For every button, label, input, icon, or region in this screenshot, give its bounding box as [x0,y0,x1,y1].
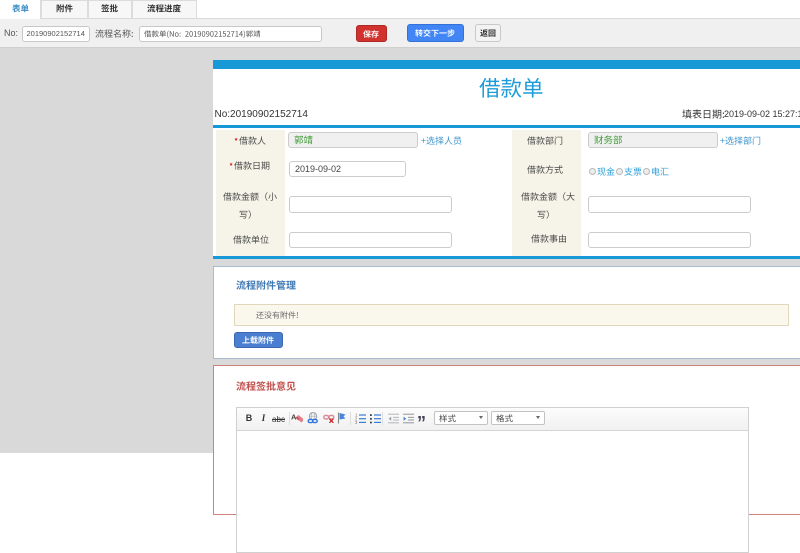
svg-text:3: 3 [355,420,358,424]
